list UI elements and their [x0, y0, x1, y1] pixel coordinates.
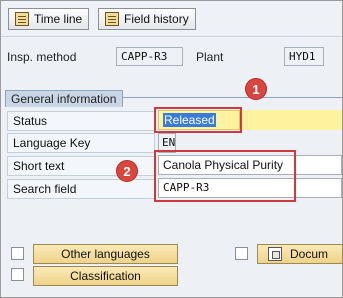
callout-box-text-fields [154, 150, 296, 202]
classification-button[interactable]: Classification [33, 266, 178, 286]
search-field-label: Search field [7, 179, 155, 199]
time-line-label: Time line [34, 12, 83, 26]
documents-icon [268, 247, 282, 261]
timeline-icon [15, 12, 29, 26]
field-history-button[interactable]: Field history [98, 8, 196, 30]
status-label: Status [7, 111, 155, 131]
documents-label: Docum [290, 247, 329, 261]
general-information-tab: General information [5, 90, 124, 107]
insp-method-label: Insp. method [7, 50, 77, 64]
application-toolbar: Time line Field history [1, 1, 342, 37]
documents-checkbox[interactable] [235, 247, 248, 260]
plant-label: Plant [196, 50, 224, 64]
sap-window: Time line Field history Insp. method CAP… [0, 0, 343, 298]
field-history-label: Field history [124, 12, 189, 26]
time-line-button[interactable]: Time line [8, 8, 90, 30]
callout-badge-2: 2 [116, 160, 138, 182]
insp-method-field[interactable]: CAPP-R3 [116, 47, 183, 66]
language-key-label: Language Key [7, 133, 155, 153]
callout-box-status [154, 107, 242, 133]
other-languages-button[interactable]: Other languages [33, 244, 178, 264]
history-icon [105, 12, 119, 26]
other-languages-checkbox[interactable] [11, 247, 24, 260]
plant-field[interactable]: HYD1 [284, 47, 324, 66]
documents-button[interactable]: Docum [257, 244, 343, 264]
status-highlight-band [241, 110, 342, 130]
classification-checkbox[interactable] [11, 268, 24, 281]
callout-badge-1: 1 [245, 78, 267, 100]
